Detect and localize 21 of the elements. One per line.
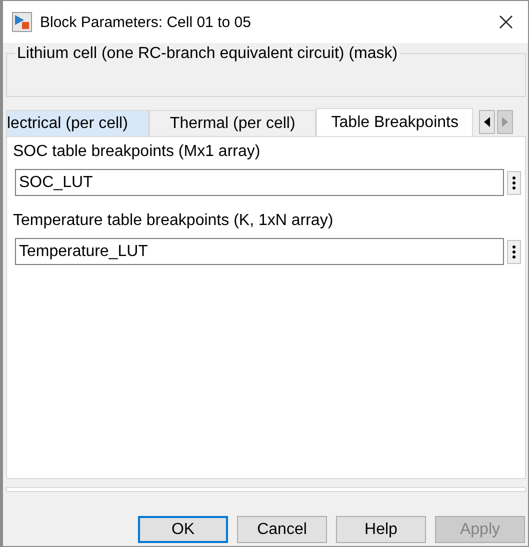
vertical-dots-icon [512, 244, 516, 258]
tab[interactable]: Table Breakpoints [316, 108, 474, 136]
parameter-label: Temperature table breakpoints (K, 1xN array) [13, 212, 334, 231]
close-icon [498, 14, 514, 30]
tab[interactable]: lectrical (per cell) [6, 110, 149, 136]
left-triangle-icon [483, 117, 492, 127]
input-field[interactable]: Temperature_LUT [15, 238, 504, 265]
mask-description: Lithium cell (one RC-branch equivalent circuit) (mask) [15, 45, 400, 63]
tab[interactable]: Thermal (per cell) [148, 110, 316, 136]
window-title: Block Parameters: Cell 01 to 05 [40, 14, 252, 30]
vertical-dots-icon [512, 176, 516, 190]
block-icon [12, 12, 32, 32]
parameter-label: SOC table breakpoints (Mx1 array) [13, 143, 262, 162]
more-options-button[interactable] [507, 170, 521, 194]
scroll-left-button[interactable] [479, 110, 496, 134]
dialog-button[interactable]: Help [336, 516, 426, 543]
right-triangle-icon [501, 117, 510, 127]
dialog-button[interactable]: OK [138, 516, 228, 543]
more-options-button[interactable] [507, 240, 521, 264]
input-field[interactable]: SOC_LUT [15, 169, 504, 196]
dialog-button[interactable]: Cancel [237, 516, 327, 543]
